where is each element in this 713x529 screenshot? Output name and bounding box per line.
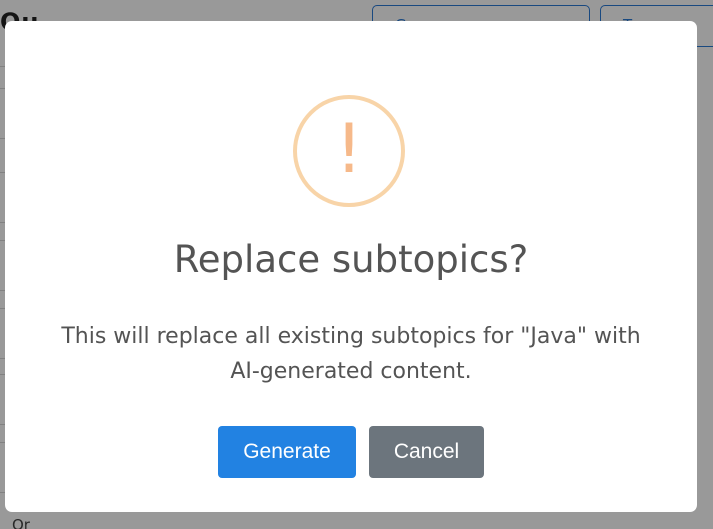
cancel-button[interactable]: Cancel [369, 426, 484, 478]
confirm-dialog: ! Replace subtopics? This will replace a… [5, 21, 697, 512]
dialog-message: This will replace all existing subtopics… [61, 324, 641, 384]
generate-button[interactable]: Generate [218, 426, 356, 478]
exclamation-icon: ! [335, 110, 363, 189]
dialog-title: Replace subtopics? [173, 238, 529, 281]
warning-icon: ! [293, 95, 405, 207]
